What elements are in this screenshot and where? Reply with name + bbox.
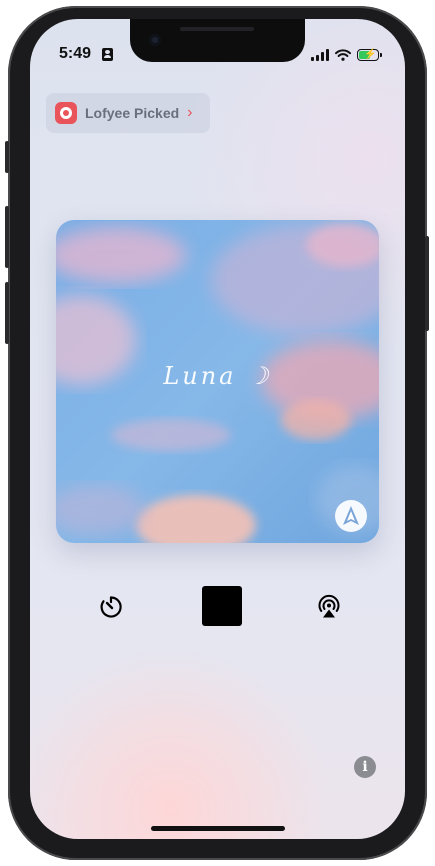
volume-up-button bbox=[5, 206, 9, 268]
charging-bolt-icon: ⚡ bbox=[364, 49, 377, 60]
album-artwork[interactable]: Luna ☽ bbox=[56, 220, 379, 543]
action-button bbox=[5, 141, 9, 173]
artwork-title-text: Luna bbox=[163, 362, 237, 390]
cellular-signal-icon bbox=[311, 49, 329, 61]
app-badge-a-icon bbox=[335, 500, 367, 532]
home-indicator[interactable] bbox=[151, 826, 285, 831]
timer-icon bbox=[100, 596, 122, 618]
notch bbox=[130, 19, 305, 62]
airplay-audio-icon bbox=[318, 595, 340, 618]
timer-button[interactable] bbox=[98, 594, 124, 620]
lofyee-picked-button[interactable]: Lofyee Picked › bbox=[46, 93, 210, 133]
status-indicators: ⚡ bbox=[311, 47, 382, 63]
chevron-right-icon: › bbox=[187, 104, 193, 121]
lofyee-app-icon bbox=[55, 102, 77, 124]
stop-button[interactable] bbox=[202, 586, 242, 626]
phone-screen: 5:49 ⚡ Lofyee Picked › Luna ☽ i bbox=[30, 19, 405, 839]
status-time: 5:49 bbox=[59, 45, 92, 62]
moon-icon: ☽ bbox=[247, 362, 272, 390]
earpiece-speaker bbox=[180, 27, 254, 31]
info-icon: i bbox=[362, 759, 368, 775]
source-label: Lofyee Picked bbox=[85, 105, 180, 121]
battery-charging-icon: ⚡ bbox=[357, 49, 382, 61]
airplay-button[interactable] bbox=[316, 594, 342, 620]
volume-down-button bbox=[5, 282, 9, 344]
front-camera bbox=[149, 34, 161, 46]
info-button[interactable]: i bbox=[354, 756, 376, 778]
wifi-icon bbox=[335, 49, 351, 61]
battery-cap bbox=[380, 53, 382, 57]
power-button bbox=[425, 236, 429, 331]
person-card-icon bbox=[102, 48, 113, 61]
artwork-title: Luna ☽ bbox=[56, 362, 379, 390]
